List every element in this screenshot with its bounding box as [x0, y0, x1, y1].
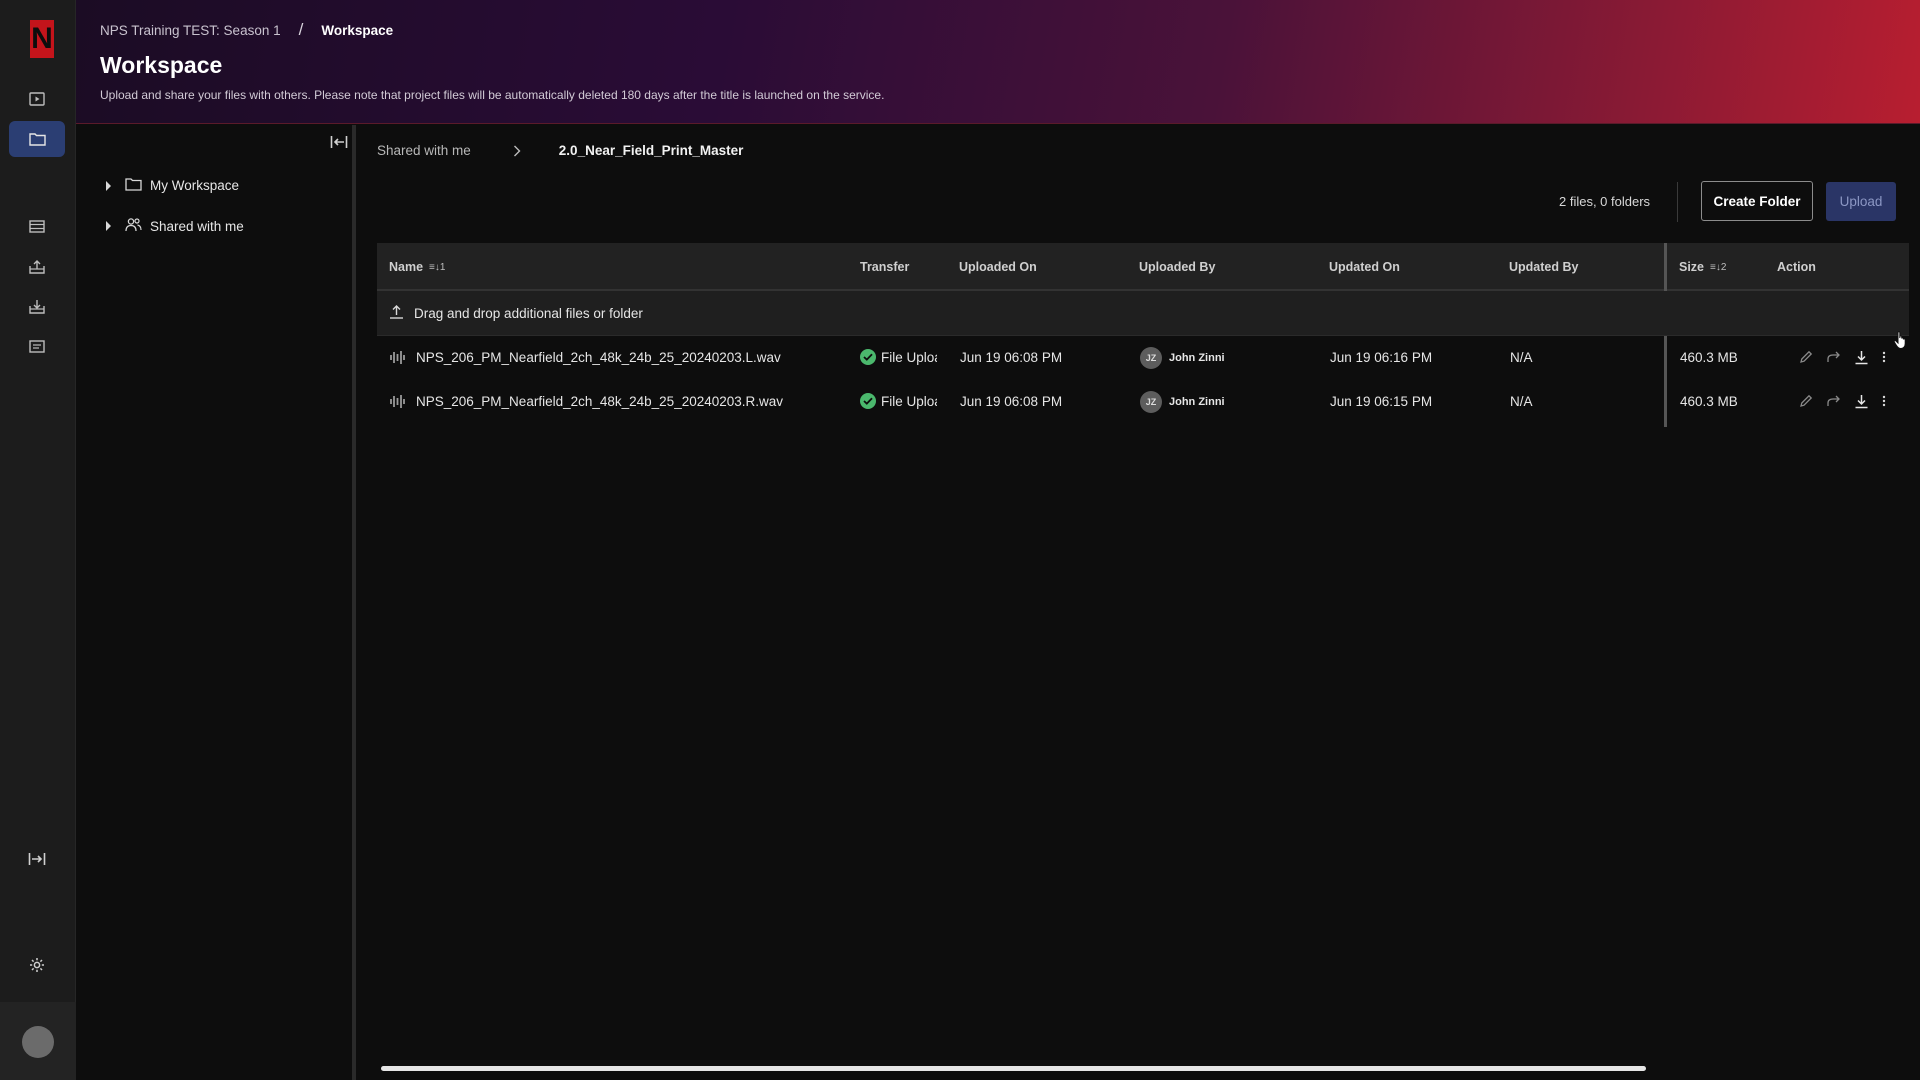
people-icon	[125, 217, 142, 235]
more-options-icon[interactable]	[1881, 394, 1887, 411]
column-name[interactable]: Name ≡↓1	[389, 260, 445, 274]
app-window: N NPS Training TEST: Season 1 / Workspac…	[0, 0, 1920, 1080]
collapse-panel-icon[interactable]	[330, 135, 348, 154]
download-icon[interactable]	[1854, 394, 1869, 412]
file-name-cell: NPS_206_PM_Nearfield_2ch_48k_24b_25_2024…	[389, 350, 781, 365]
transfer-status: File Uploa	[860, 349, 937, 365]
column-transfer[interactable]: Transfer	[860, 260, 909, 274]
uploaded-on: Jun 19 06:08 PM	[960, 394, 1063, 409]
expand-icon[interactable]	[9, 841, 65, 877]
divider	[1677, 182, 1678, 222]
netflix-logo[interactable]: N	[30, 20, 54, 58]
drop-zone[interactable]: Drag and drop additional files or folder	[377, 291, 1909, 336]
breadcrumb: NPS Training TEST: Season 1 / Workspace	[100, 20, 393, 40]
column-size[interactable]: Size ≡↓2	[1679, 260, 1726, 274]
upload-icon	[389, 304, 404, 322]
sort-order: 1	[439, 261, 446, 273]
page-subtitle: Upload and share your files with others.…	[100, 88, 885, 102]
tree-item-label: My Workspace	[150, 178, 240, 193]
folder-path: Shared with me 2.0_Near_Field_Print_Mast…	[377, 143, 743, 158]
tree-item-label: Shared with me	[150, 218, 244, 234]
page-header: NPS Training TEST: Season 1 / Workspace …	[76, 0, 1920, 124]
hand-cursor-icon	[1893, 330, 1909, 355]
path-parent-link[interactable]: Shared with me	[377, 143, 471, 158]
expand-caret-icon[interactable]	[106, 221, 111, 231]
column-uploaded-by[interactable]: Uploaded By	[1139, 260, 1215, 274]
sort-icon[interactable]: ≡↓2	[1710, 262, 1726, 273]
chevron-right-icon	[513, 145, 521, 157]
item-count: 2 files, 0 folders	[1559, 194, 1651, 209]
upload-button[interactable]: Upload	[1826, 182, 1896, 221]
file-size: 460.3 MB	[1680, 394, 1738, 409]
gear-icon[interactable]	[9, 947, 65, 983]
avatar: JZ	[1140, 391, 1162, 413]
breadcrumb-separator: /	[298, 20, 304, 39]
audio-file-icon	[389, 350, 406, 365]
path-current: 2.0_Near_Field_Print_Master	[558, 143, 744, 158]
video-icon[interactable]	[9, 81, 65, 117]
file-name-cell: NPS_206_PM_Nearfield_2ch_48k_24b_25_2024…	[389, 394, 783, 409]
transfer-text: File Uploa	[881, 349, 937, 365]
avatar: JZ	[1140, 347, 1162, 369]
uploader-name: John Zinni	[1169, 352, 1225, 364]
more-options-icon[interactable]	[1881, 350, 1887, 367]
table-row[interactable]: NPS_206_PM_Nearfield_2ch_48k_24b_25_2024…	[377, 336, 1909, 380]
check-circle-icon	[860, 393, 876, 409]
transfer-status: File Uploa	[860, 393, 937, 409]
uploaded-on: Jun 19 06:08 PM	[960, 350, 1063, 365]
sort-order: 2	[1720, 261, 1727, 273]
row-actions	[1798, 349, 1887, 368]
column-updated-by[interactable]: Updated By	[1509, 260, 1578, 274]
breadcrumb-current: Workspace	[321, 22, 394, 38]
user-avatar[interactable]	[22, 1026, 54, 1058]
file-name[interactable]: NPS_206_PM_Nearfield_2ch_48k_24b_25_2024…	[416, 350, 781, 365]
film-icon[interactable]	[9, 208, 65, 244]
updated-on: Jun 19 06:16 PM	[1330, 350, 1433, 365]
calendar-list-icon[interactable]	[9, 328, 65, 364]
table-header: Name ≡↓1 Transfer Uploaded On Uploaded B…	[377, 243, 1909, 291]
uploader-name: John Zinni	[1169, 396, 1225, 408]
breadcrumb-parent[interactable]: NPS Training TEST: Season 1	[100, 23, 281, 38]
folder-icon[interactable]	[9, 121, 65, 157]
updated-on: Jun 19 06:15 PM	[1330, 394, 1433, 409]
share-arrow-icon[interactable]	[1826, 394, 1842, 411]
inbox-download-icon[interactable]	[9, 288, 65, 324]
column-action: Action	[1777, 260, 1816, 274]
download-icon[interactable]	[1854, 350, 1869, 368]
sort-icon[interactable]: ≡↓1	[429, 262, 445, 273]
transfer-text: File Uploa	[881, 393, 937, 409]
page-title: Workspace	[100, 52, 223, 78]
updated-by: N/A	[1510, 394, 1533, 409]
column-label: Size	[1679, 260, 1705, 274]
create-folder-button[interactable]: Create Folder	[1701, 181, 1813, 221]
column-updated-on[interactable]: Updated On	[1329, 260, 1400, 274]
file-name[interactable]: NPS_206_PM_Nearfield_2ch_48k_24b_25_2024…	[416, 394, 783, 409]
column-label: Name	[389, 260, 424, 274]
icon-rail: N	[0, 0, 76, 1080]
inbox-upload-icon[interactable]	[9, 248, 65, 284]
check-circle-icon	[860, 349, 876, 365]
main-content: Shared with me 2.0_Near_Field_Print_Mast…	[360, 125, 1920, 1080]
updated-by: N/A	[1510, 350, 1533, 365]
file-size: 460.3 MB	[1680, 350, 1738, 365]
audio-file-icon	[389, 394, 406, 409]
folder-tree: My Workspace Shared with me	[76, 125, 356, 1080]
uploaded-by: JZ John Zinni	[1140, 391, 1225, 413]
horizontal-scrollbar[interactable]	[381, 1066, 1646, 1071]
row-actions	[1798, 393, 1887, 412]
column-uploaded-on[interactable]: Uploaded On	[959, 260, 1037, 274]
edit-pencil-icon[interactable]	[1798, 349, 1814, 368]
table-row[interactable]: NPS_206_PM_Nearfield_2ch_48k_24b_25_2024…	[377, 380, 1909, 424]
tree-item-my-workspace[interactable]: My Workspace	[106, 177, 239, 194]
drop-zone-text: Drag and drop additional files or folder	[414, 305, 643, 321]
tree-item-shared-with-me[interactable]: Shared with me	[106, 217, 244, 235]
files-table: Name ≡↓1 Transfer Uploaded On Uploaded B…	[377, 243, 1909, 427]
uploaded-by: JZ John Zinni	[1140, 347, 1225, 369]
share-arrow-icon[interactable]	[1826, 350, 1842, 367]
folder-icon	[125, 177, 142, 194]
expand-caret-icon[interactable]	[106, 180, 111, 191]
edit-pencil-icon[interactable]	[1798, 393, 1814, 412]
